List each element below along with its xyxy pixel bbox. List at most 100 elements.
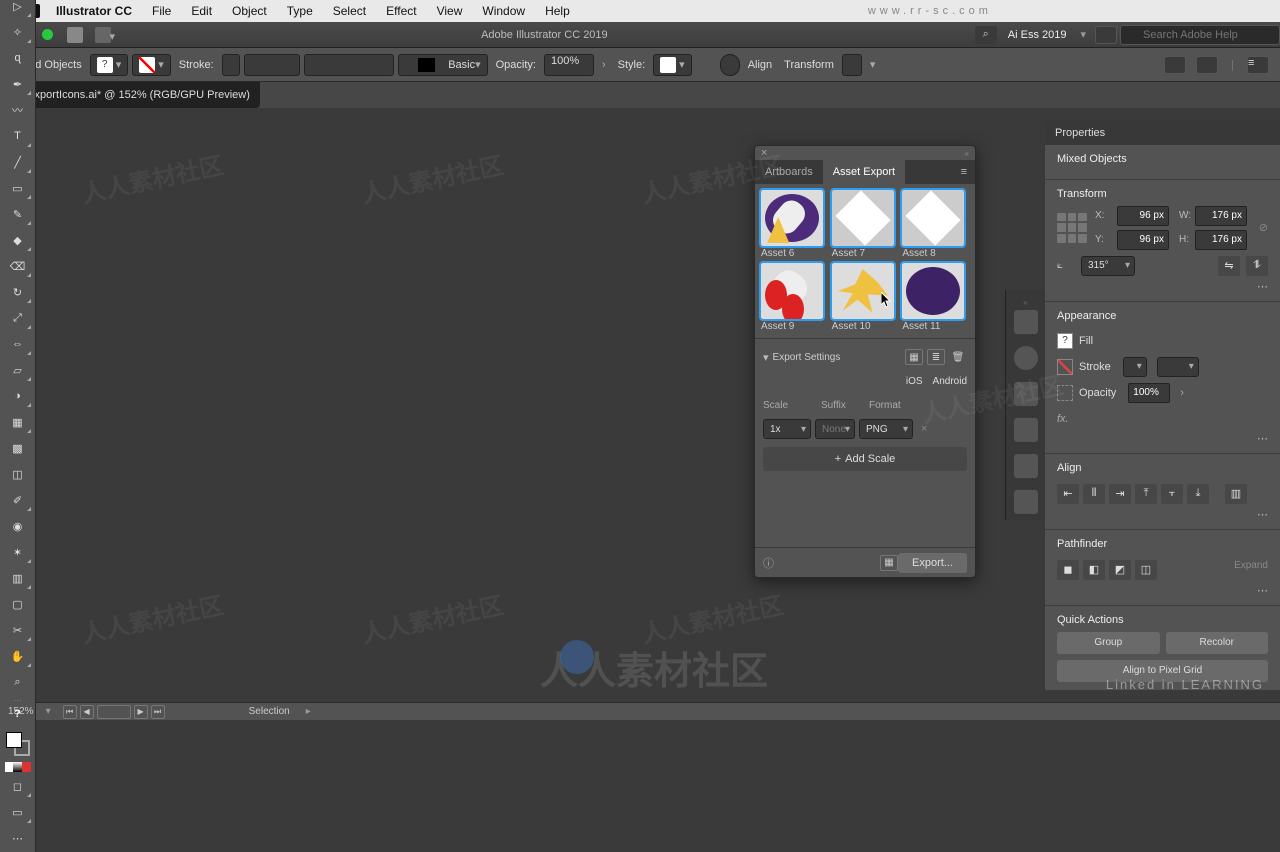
transform-w-input[interactable] xyxy=(1195,206,1247,226)
opacity-chevron-icon[interactable]: › xyxy=(598,59,610,71)
pf-exclude-icon[interactable]: ◫ xyxy=(1135,560,1157,580)
pf-expand-button[interactable]: Expand xyxy=(1234,560,1268,580)
paintbrush-tool[interactable]: ✎ xyxy=(4,202,32,226)
pf-minus-icon[interactable]: ◧ xyxy=(1083,560,1105,580)
panel-menu-icon[interactable]: ≡ xyxy=(1247,56,1269,74)
stroke-weight-drop-prop[interactable] xyxy=(1157,357,1199,377)
workspace-switcher[interactable]: Ai Ess 2019 xyxy=(1000,29,1075,41)
menu-edit[interactable]: Edit xyxy=(181,4,222,18)
opacity-chevron-prop[interactable]: › xyxy=(1176,387,1188,399)
graph-tool[interactable]: ▥ xyxy=(4,566,32,590)
toggle-fill-stroke[interactable]: ? xyxy=(4,702,32,726)
flip-h-icon[interactable]: ⇋ xyxy=(1218,256,1240,276)
zoom-chevron-icon[interactable]: ▾ xyxy=(46,706,51,717)
platform-ios[interactable]: iOS xyxy=(906,376,923,387)
menu-type[interactable]: Type xyxy=(277,4,323,18)
artboard-tool[interactable]: ▢ xyxy=(4,592,32,616)
asset-thumb-6[interactable] xyxy=(761,190,823,246)
zoom-window-button[interactable] xyxy=(42,29,53,40)
edit-toolbar-button[interactable]: ⋯ xyxy=(4,826,32,850)
align-right-icon[interactable]: ⇥ xyxy=(1109,484,1131,504)
layers-panel-icon[interactable] xyxy=(1014,310,1038,334)
transform-link[interactable]: Transform xyxy=(780,59,838,71)
stroke-swatch[interactable]: ▾ xyxy=(132,54,171,76)
tab-asset-export[interactable]: Asset Export xyxy=(823,160,905,184)
pf-unite-icon[interactable]: ◼ xyxy=(1057,560,1079,580)
preview-icon[interactable]: ▦ xyxy=(880,555,898,571)
asset-thumb-10[interactable] xyxy=(832,263,894,319)
screen-mode[interactable]: ▭ xyxy=(4,800,32,824)
cc-libraries-icon[interactable] xyxy=(1014,346,1038,370)
help-search-input[interactable] xyxy=(1120,25,1280,45)
color-mode-row[interactable] xyxy=(5,762,31,772)
width-tool[interactable]: ⇔ xyxy=(4,332,32,356)
lasso-tool[interactable]: ɋ xyxy=(4,46,32,70)
prev-artboard-icon[interactable]: ◀ xyxy=(80,705,94,719)
panel-close-icon[interactable]: × xyxy=(761,147,767,159)
menu-window[interactable]: Window xyxy=(472,4,535,18)
asset-export-panel-icon[interactable] xyxy=(1014,382,1038,406)
panel-menu-icon[interactable]: ≡ xyxy=(953,166,975,178)
last-artboard-icon[interactable]: ⏭ xyxy=(151,705,165,719)
suffix-field[interactable]: None xyxy=(815,419,855,439)
fx-icon[interactable]: fx. xyxy=(1057,413,1069,425)
appearance-panel-icon[interactable] xyxy=(1014,454,1038,478)
scale-dropdown[interactable]: 1x xyxy=(763,419,811,439)
opacity-field[interactable]: 100% xyxy=(544,54,594,76)
rotate-angle-dropdown[interactable]: 315° xyxy=(1081,256,1135,276)
fill-stroke-icon[interactable] xyxy=(6,732,30,756)
qa-group-button[interactable]: Group xyxy=(1057,632,1160,654)
delete-icon[interactable]: 🗑 xyxy=(949,349,967,365)
opacity-input-prop[interactable] xyxy=(1128,383,1170,403)
qa-recolor-button[interactable]: Recolor xyxy=(1166,632,1269,654)
search-icon[interactable]: ⌕ xyxy=(975,26,997,44)
menu-view[interactable]: View xyxy=(427,4,473,18)
mesh-tool[interactable]: ▩ xyxy=(4,436,32,460)
asset-thumb-7[interactable] xyxy=(832,190,894,246)
fill-swatch[interactable]: ?▾ xyxy=(90,54,129,76)
graphic-style[interactable]: ▾ xyxy=(653,54,692,76)
more-panel-icon[interactable] xyxy=(1014,490,1038,514)
blend-tool[interactable]: ◉ xyxy=(4,514,32,538)
chevron-down-icon[interactable]: ▾ xyxy=(866,58,880,71)
menu-object[interactable]: Object xyxy=(222,4,277,18)
gradient-tool[interactable]: ◫ xyxy=(4,462,32,486)
rectangle-tool[interactable]: ▭ xyxy=(4,176,32,200)
arrange-documents-icon[interactable]: ▾ xyxy=(95,27,111,43)
shaper-tool[interactable]: ◆ xyxy=(4,228,32,252)
asset-thumb-9[interactable] xyxy=(761,263,823,319)
drawing-mode[interactable]: ◻ xyxy=(4,774,32,798)
align-hcenter-icon[interactable]: ⫴ xyxy=(1083,484,1105,504)
menu-select[interactable]: Select xyxy=(323,4,376,18)
fill-swatch-prop[interactable]: ? xyxy=(1057,333,1073,349)
flip-v-icon[interactable]: ⥮ xyxy=(1246,256,1268,276)
pen-tool[interactable]: ✒ xyxy=(4,72,32,96)
align-bottom-icon[interactable]: ⤓ xyxy=(1187,484,1209,504)
type-tool[interactable]: T xyxy=(4,124,32,148)
status-chevron-icon[interactable]: ▸ xyxy=(302,706,311,717)
scale-tool[interactable]: ⤢ xyxy=(4,306,32,330)
magic-wand-tool[interactable]: ✧ xyxy=(4,20,32,44)
stroke-swatch-prop[interactable] xyxy=(1057,359,1073,375)
properties-tab[interactable]: Properties xyxy=(1045,121,1280,145)
direct-selection-tool[interactable]: ▷ xyxy=(4,0,32,18)
stroke-weight-stepper-prop[interactable] xyxy=(1123,357,1147,377)
home-icon[interactable] xyxy=(67,27,83,43)
pf-more-icon[interactable]: ⋯ xyxy=(1057,584,1268,597)
slice-tool[interactable]: ✂ xyxy=(4,618,32,642)
align-to-icon[interactable]: ▥ xyxy=(1225,484,1247,504)
menu-help[interactable]: Help xyxy=(535,4,580,18)
stroke-profile[interactable] xyxy=(304,54,394,76)
align-left-icon[interactable]: ⇤ xyxy=(1057,484,1079,504)
align-top-icon[interactable]: ⤒ xyxy=(1135,484,1157,504)
document-tab[interactable]: × exportIcons.ai* @ 152% (RGB/GPU Previe… xyxy=(6,82,260,108)
caret-down-icon[interactable]: ▾ xyxy=(763,351,773,364)
tab-artboards[interactable]: Artboards xyxy=(755,160,823,184)
pf-intersect-icon[interactable]: ◩ xyxy=(1109,560,1131,580)
stroke-weight-dropdown[interactable] xyxy=(244,54,300,76)
platform-android[interactable]: Android xyxy=(933,376,967,387)
shape-builder-tool[interactable]: ◑ xyxy=(4,384,32,408)
stroke-weight-stepper[interactable] xyxy=(222,54,240,76)
list-icon[interactable]: ≣ xyxy=(927,349,945,365)
brush-definition[interactable]: Basic▾ xyxy=(398,54,488,76)
